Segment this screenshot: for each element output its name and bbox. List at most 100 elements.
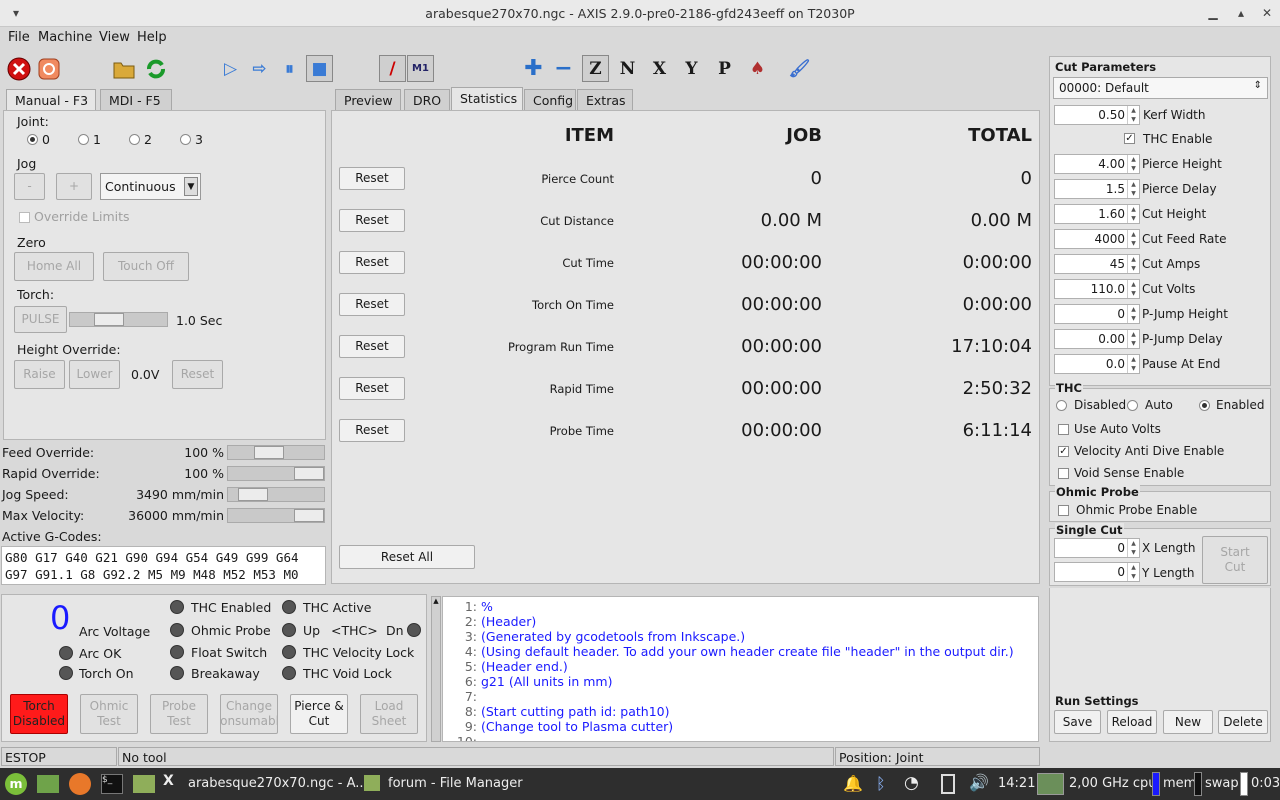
slider-handle[interactable] [294,467,324,480]
thc-disabled-radio[interactable] [1056,400,1067,411]
system-monitor-icon[interactable] [1037,773,1064,795]
ohmic-test-button[interactable]: Ohmic Test [80,694,138,734]
menu-machine[interactable]: Machine [38,30,92,45]
spin-arrows-icon[interactable]: ▲ ▼ [1127,155,1139,173]
jog-plus-button[interactable]: + [56,173,92,200]
new-button[interactable]: New [1163,710,1213,734]
change-consumable-button[interactable]: Change Consumable [220,694,278,734]
wifi-icon[interactable]: ◔ [904,773,919,793]
battery-icon[interactable] [941,774,955,794]
param-spinbox[interactable]: 1.60 ▲ ▼ [1054,204,1140,224]
thc-enabled-radio[interactable] [1199,400,1210,411]
param-spinbox[interactable]: 110.0 ▲ ▼ [1054,279,1140,299]
start-cut-button[interactable]: Start Cut [1202,536,1268,584]
maximize-button[interactable]: ▴ [1233,5,1249,21]
view-y-button[interactable]: Y [678,55,705,82]
home-all-button[interactable]: Home All [14,252,94,281]
use-auto-volts-checkbox[interactable] [1058,424,1069,435]
spin-arrows-icon[interactable]: ▲ ▼ [1127,230,1139,248]
menu-file[interactable]: File [8,30,30,45]
y-length-spinbox[interactable]: 0 ▲ ▼ [1054,562,1140,582]
tab-mdi[interactable]: MDI - F5 [100,89,172,111]
reload-settings-button[interactable]: Reload [1107,710,1157,734]
slider-handle[interactable] [254,446,285,459]
machine-power-button[interactable] [35,55,62,82]
reset-0-button[interactable]: Reset [339,167,405,190]
height-reset-button[interactable]: Reset [172,360,223,389]
menu-help[interactable]: Help [137,30,167,45]
joint-1-radio[interactable] [78,134,89,145]
kerf-width-spinbox[interactable]: 0.50 ▲ ▼ [1054,105,1140,125]
block-delete-button[interactable]: / [379,55,406,82]
override-limits-checkbox[interactable] [19,212,30,223]
rapid-override-slider[interactable] [227,466,325,481]
bluetooth-icon[interactable]: ᛒ [876,774,886,793]
slider-handle[interactable] [294,509,324,522]
show-desktop-icon[interactable] [37,775,59,793]
param-spinbox[interactable]: 0.0 ▲ ▼ [1054,354,1140,374]
touch-off-button[interactable]: Touch Off [103,252,189,281]
max-velocity-slider[interactable] [227,508,325,523]
param-spinbox[interactable]: 45 ▲ ▼ [1054,254,1140,274]
spin-arrows-icon[interactable]: ▲ ▼ [1127,280,1139,298]
zoom-in-button[interactable]: ✚ [520,55,547,82]
joint-3-radio[interactable] [180,134,191,145]
joint-0-radio[interactable] [27,134,38,145]
spin-arrows-icon[interactable]: ▲ ▼ [1127,563,1139,581]
reset-2-button[interactable]: Reset [339,251,405,274]
thc-auto-radio[interactable] [1127,400,1138,411]
torch-pulse-slider[interactable] [69,312,168,327]
jog-minus-button[interactable]: - [14,173,45,200]
param-spinbox[interactable]: 0 ▲ ▼ [1054,304,1140,324]
minimize-button[interactable]: ▁ [1205,5,1221,21]
slider-handle[interactable] [237,488,268,501]
view-z2-button[interactable]: N [614,55,641,82]
scroll-up-icon[interactable]: ▲ [432,597,440,605]
param-spinbox[interactable]: 4000 ▲ ▼ [1054,229,1140,249]
torch-disabled-button[interactable]: Torch Disabled [10,694,68,734]
jog-speed-slider[interactable] [227,487,325,502]
menu-view[interactable]: View [99,30,130,45]
gcode-scrollbar[interactable]: ▲ [431,596,441,742]
reset-1-button[interactable]: Reset [339,209,405,232]
open-file-button[interactable] [110,55,137,82]
close-window-button[interactable]: ✕ [1259,5,1275,21]
param-spinbox[interactable]: 1.5 ▲ ▼ [1054,179,1140,199]
estop-button[interactable] [5,55,32,82]
rotate-view-button[interactable]: ♠ [744,55,771,82]
terminal-icon[interactable]: $_ [101,774,123,794]
jog-mode-select[interactable]: Continuous ▼ [100,173,201,200]
spin-arrows-icon[interactable]: ▲ ▼ [1127,180,1139,198]
ohmic-probe-enable-checkbox[interactable] [1058,505,1069,516]
optional-stop-button[interactable]: M1 [407,55,434,82]
tab-config[interactable]: Config [524,89,576,111]
clear-backplot-button[interactable]: 🖌 [786,55,813,82]
delete-button[interactable]: Delete [1218,710,1268,734]
taskbar-app-axis[interactable]: arabesque270x70.ngc - A... [188,776,368,791]
view-z-button[interactable]: Z [582,55,609,82]
clock-time[interactable]: 14:21 [998,776,1035,791]
stop-button[interactable]: ■ [306,55,333,82]
pierce-cut-button[interactable]: Pierce & Cut [290,694,348,734]
spin-arrows-icon[interactable]: ▲ ▼ [1127,539,1139,557]
param-spinbox[interactable]: 4.00 ▲ ▼ [1054,154,1140,174]
spin-arrows-icon[interactable]: ▲ ▼ [1127,106,1139,124]
probe-test-button[interactable]: Probe Test [150,694,208,734]
reset-5-button[interactable]: Reset [339,377,405,400]
lower-button[interactable]: Lower [69,360,120,389]
void-sense-checkbox[interactable] [1058,468,1069,479]
window-menu-icon[interactable]: ▾ [8,5,24,21]
pulse-button[interactable]: PULSE [14,306,67,333]
spin-arrows-icon[interactable]: ▲ ▼ [1127,255,1139,273]
reset-4-button[interactable]: Reset [339,335,405,358]
feed-override-slider[interactable] [227,445,325,460]
files-icon[interactable] [133,775,155,793]
reload-button[interactable] [142,55,169,82]
spin-arrows-icon[interactable]: ▲ ▼ [1127,205,1139,223]
active-gcodes-box[interactable]: G80 G17 G40 G21 G90 G94 G54 G49 G99 G64 … [1,546,326,585]
view-p-button[interactable]: P [711,55,738,82]
tab-extras[interactable]: Extras [577,89,633,111]
spin-arrows-icon[interactable]: ▲ ▼ [1127,355,1139,373]
joint-2-radio[interactable] [129,134,140,145]
firefox-icon[interactable] [69,773,91,795]
